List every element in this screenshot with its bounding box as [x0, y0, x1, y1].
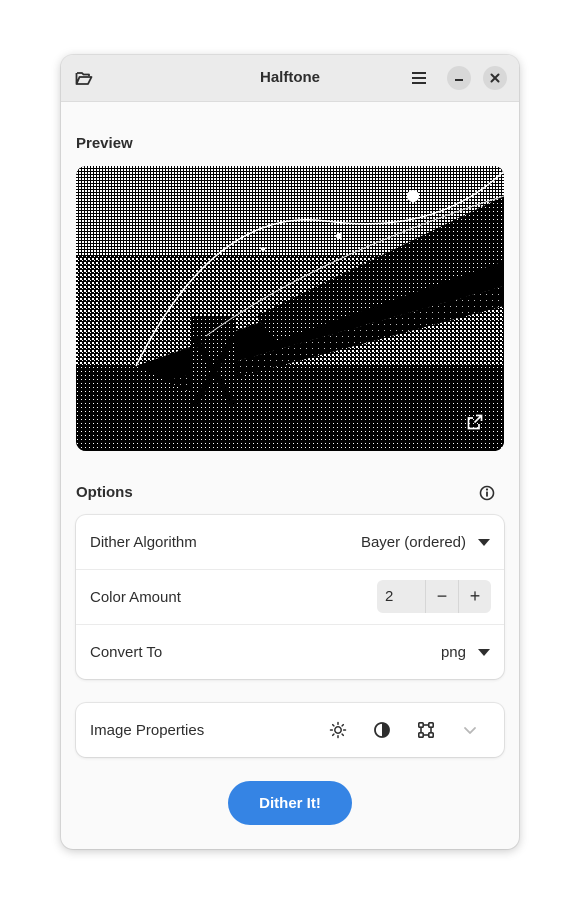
contrast-icon: [360, 721, 404, 739]
convert-to-dropdown[interactable]: png: [441, 644, 490, 661]
options-card: Dither Algorithm Bayer (ordered) Color A…: [76, 515, 504, 679]
dropdown-caret-icon: [478, 648, 490, 656]
image-properties-icons: [316, 721, 492, 739]
color-amount-row: Color Amount 2 − +: [76, 570, 504, 625]
decrement-button[interactable]: −: [425, 580, 458, 613]
options-label: Options: [76, 484, 133, 501]
image-properties-card[interactable]: Image Properties: [76, 703, 504, 757]
minimize-icon: [455, 79, 463, 81]
increment-button[interactable]: +: [458, 580, 491, 613]
preview-image: [76, 166, 504, 451]
convert-to-row[interactable]: Convert To png: [76, 625, 504, 679]
expand-chevron-icon[interactable]: [448, 722, 492, 738]
hamburger-menu-icon[interactable]: [409, 68, 429, 88]
dither-algorithm-row[interactable]: Dither Algorithm Bayer (ordered): [76, 515, 504, 570]
preview-label: Preview: [76, 135, 133, 152]
brightness-icon: [316, 721, 360, 739]
color-amount-spinbutton: 2 − +: [377, 580, 491, 613]
convert-to-value: png: [440, 643, 466, 661]
dither-algorithm-label: Dither Algorithm: [90, 533, 197, 551]
close-button[interactable]: [483, 66, 507, 90]
convert-to-label: Convert To: [90, 643, 163, 661]
dither-algorithm-dropdown[interactable]: Bayer (ordered): [361, 534, 490, 551]
minimize-button[interactable]: [447, 66, 471, 90]
headerbar: Halftone: [61, 55, 519, 102]
color-amount-label: Color Amount: [90, 588, 181, 606]
dither-button[interactable]: Dither It!: [228, 781, 352, 825]
close-icon: [490, 73, 500, 83]
crop-icon: [404, 721, 448, 739]
open-external-icon[interactable]: [464, 411, 486, 433]
dropdown-caret-icon: [478, 538, 490, 546]
app-window: Halftone Preview Options Dither Algorith…: [61, 55, 519, 849]
color-amount-value[interactable]: 2: [377, 580, 425, 613]
image-properties-label: Image Properties: [90, 721, 205, 739]
dither-algorithm-value: Bayer (ordered): [360, 533, 466, 551]
info-icon[interactable]: [476, 482, 498, 504]
image-properties-row[interactable]: Image Properties: [76, 703, 504, 757]
